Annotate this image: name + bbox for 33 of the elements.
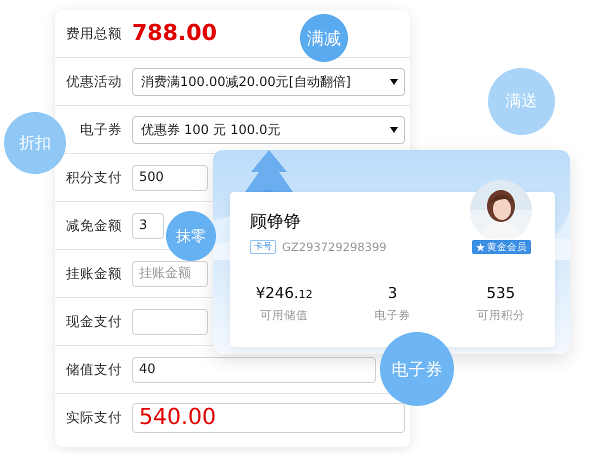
card-tag: 卡号 [250, 240, 276, 254]
input-field[interactable]: 500 [132, 164, 208, 190]
feature-bubble: 折扣 [4, 112, 66, 174]
feature-bubble: 满送 [488, 68, 555, 135]
field-label: 实际支付 [65, 408, 122, 426]
field-label: 储值支付 [65, 360, 122, 378]
total-amount: 788.00 [132, 21, 217, 46]
star-icon [476, 242, 485, 252]
member-name: 顾铮铮 [250, 211, 301, 233]
field-label: 费用总额 [65, 24, 122, 42]
input-field[interactable]: 40 [132, 356, 376, 382]
stat-value: ¥246.12 [256, 284, 313, 302]
input-field[interactable]: 540.00 [132, 402, 405, 432]
dropdown[interactable]: 优惠券 100 元 100.0元 [132, 116, 405, 144]
stat-value: 3 [388, 284, 398, 302]
field-label: 电子券 [79, 120, 122, 138]
input-field[interactable]: 挂账金额 [132, 260, 208, 286]
stat-value: 535 [486, 284, 516, 302]
field-label: 积分支付 [65, 168, 122, 186]
caret-icon [390, 78, 398, 84]
card-number: GZ293729298399 [282, 240, 387, 254]
field-label: 现金支付 [65, 312, 122, 330]
field-label: 减免金额 [65, 216, 122, 234]
dropdown[interactable]: 消费满100.00减20.00元[自动翻倍] [132, 68, 405, 96]
input-field[interactable] [132, 308, 208, 334]
input-field[interactable]: 3 [132, 212, 164, 238]
stat-label: 电子券 [374, 308, 410, 323]
badge-label: 黄金会员 [487, 240, 527, 254]
field-label: 优惠活动 [65, 72, 122, 90]
stat-label: 可用积分 [476, 308, 525, 323]
stat-label: 可用储值 [260, 308, 308, 323]
field-label: 挂账金额 [65, 264, 122, 282]
caret-icon [390, 126, 398, 132]
